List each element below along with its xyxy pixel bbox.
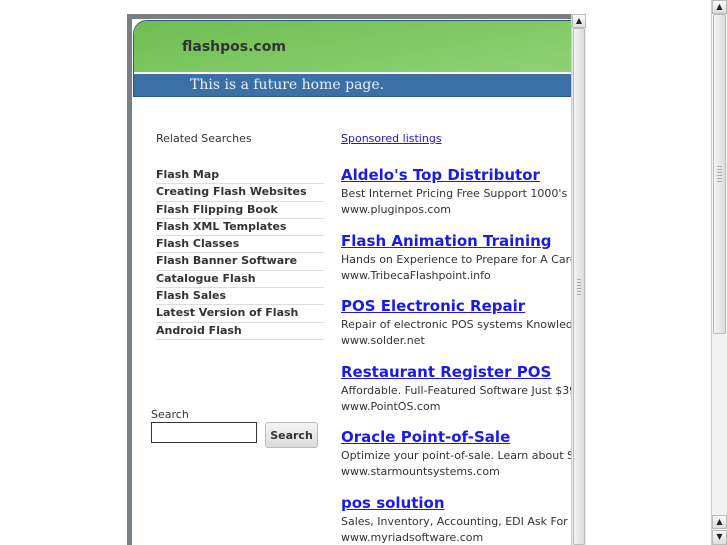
related-search-link[interactable]: Flash Map [156,167,324,185]
related-searches-title: Related Searches [156,132,252,145]
frame-content: flashpos.com This is a future home page.… [132,19,571,545]
ad-title-link[interactable]: Restaurant Register POS [341,363,571,383]
scroll-up-arrow-icon[interactable]: ▲ [572,14,586,28]
related-search-link[interactable]: Catalogue Flash [156,271,324,289]
ad-url[interactable]: www.solder.net [341,333,571,349]
related-search-link[interactable]: Flash Banner Software [156,253,324,271]
ad-url[interactable]: www.PointOS.com [341,399,571,415]
frame-scrollbar[interactable]: ▲ [571,14,586,545]
search-input[interactable] [151,422,257,443]
ad-description: Hands on Experience to Prepare for A Car… [341,252,571,266]
ad-listing: Restaurant Register POS Affordable. Full-… [341,363,571,413]
ad-title-link[interactable]: Aldelo's Top Distributor [341,166,571,186]
ad-description: Best Internet Pricing Free Support 1000'… [341,187,571,200]
ad-url[interactable]: www.TribecaFlashpoint.info [341,268,571,284]
ad-url[interactable]: www.myriadsoftware.com [341,530,571,545]
ad-listing: Oracle Point-of-Sale Optimize your point-… [341,428,571,478]
site-header: flashpos.com This is a future home page. [133,20,571,97]
tagline: This is a future home page. [134,74,571,96]
ad-listing: pos solution Sales, Inventory, Accounting… [341,494,571,544]
ad-description: Sales, Inventory, Accounting, EDI Ask Fo… [341,514,571,528]
related-search-link[interactable]: Flash Sales [156,288,324,306]
related-search-link[interactable]: Latest Version of Flash [156,305,324,323]
site-title: flashpos.com [182,39,286,55]
scroll-up-arrow-icon[interactable]: ▲ [712,0,727,14]
related-searches: Related Searches Flash Map Creating Flash… [156,132,324,340]
scroll-up-arrow-icon[interactable]: ▲ [712,515,727,529]
sponsored-listings: Sponsored listings Aldelo's Top Distribu… [341,132,571,545]
ad-description: Optimize your point-of-sale. Learn about… [341,449,571,462]
ad-url[interactable]: www.starmountsystems.com [341,464,571,480]
related-search-link[interactable]: Flash Classes [156,236,324,254]
ad-title-link[interactable]: Flash Animation Training [341,232,571,252]
search-label: Search [151,408,189,421]
frame-scrollbar-thumb[interactable] [573,28,585,545]
search-button[interactable]: Search [265,422,318,448]
ad-listing: Flash Animation Training Hands on Experie… [341,232,571,282]
page-scrollbar-thumb[interactable] [713,14,726,334]
embedded-frame: flashpos.com This is a future home page.… [127,14,586,545]
ad-title-link[interactable]: pos solution [341,494,571,514]
ad-listing: POS Electronic Repair Repair of electroni… [341,297,571,347]
ad-url[interactable]: www.pluginpos.com [341,202,571,218]
page-scrollbar[interactable]: ▲ ▲ ▼ [711,0,727,545]
sponsored-listings-link[interactable]: Sponsored listings [341,132,571,145]
ad-listing: Aldelo's Top Distributor Best Internet Pr… [341,166,571,216]
ad-title-link[interactable]: Oracle Point-of-Sale [341,428,571,448]
related-search-link[interactable]: Flash Flipping Book [156,202,324,219]
ad-description: Repair of electronic POS systems Knowled… [341,318,571,331]
related-search-link[interactable]: Flash XML Templates [156,219,324,237]
ad-description: Affordable. Full-Featured Software Just … [341,383,571,397]
related-search-link[interactable]: Creating Flash Websites [156,184,324,202]
ad-title-link[interactable]: POS Electronic Repair [341,297,571,317]
scroll-down-arrow-icon[interactable]: ▼ [712,530,727,545]
related-search-link[interactable]: Android Flash [156,323,324,340]
header-banner: flashpos.com [134,21,571,74]
